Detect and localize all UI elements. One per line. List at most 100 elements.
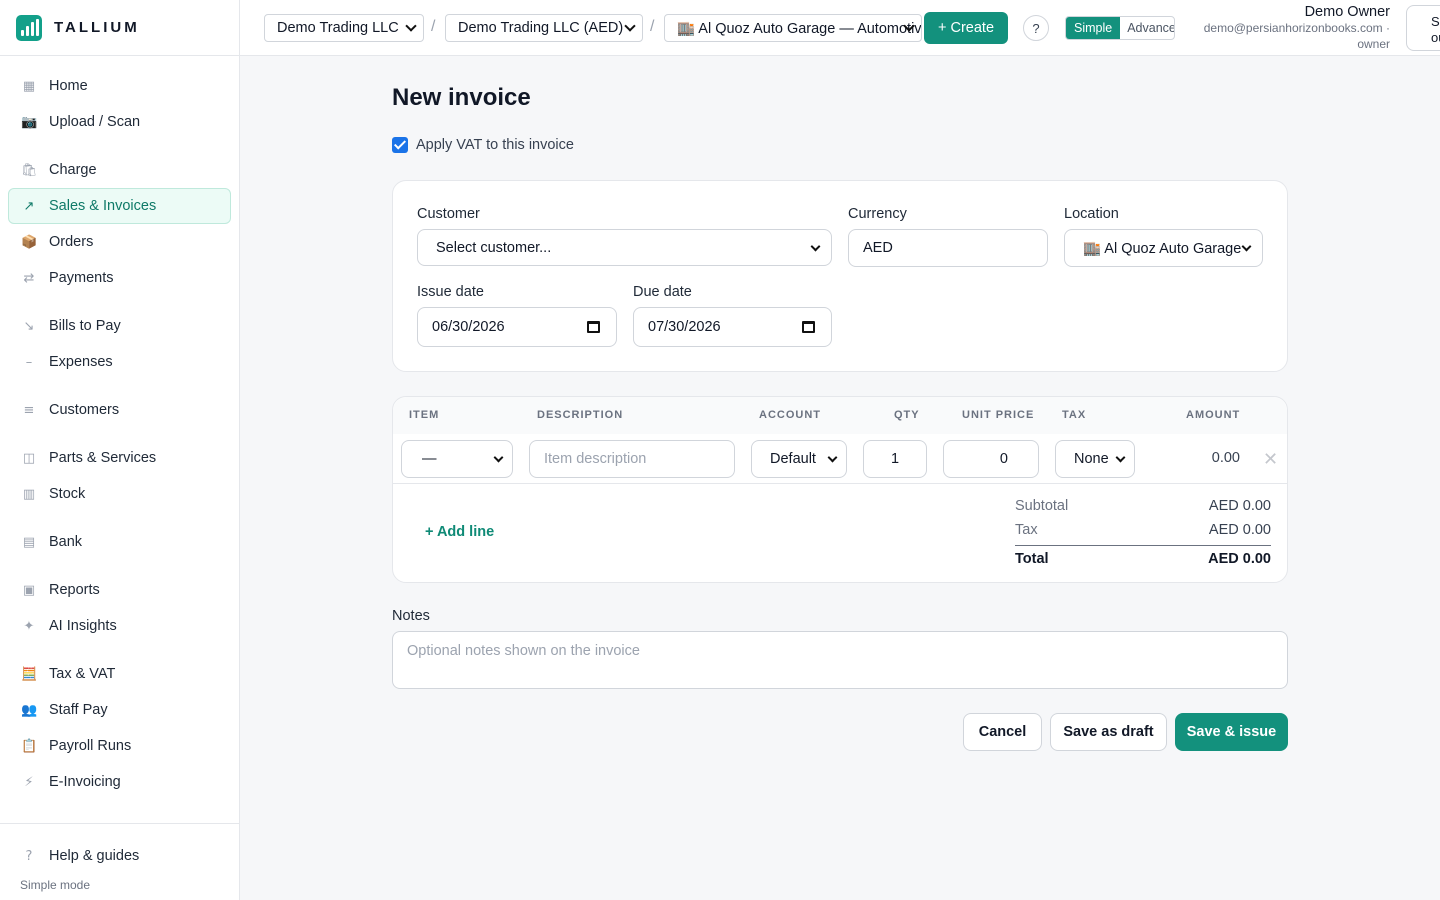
calendar-icon[interactable] — [802, 321, 815, 333]
column-header-amount: AMOUNT — [1186, 409, 1241, 421]
item-select-value: — — [422, 451, 437, 467]
chevron-down-icon — [1241, 241, 1252, 252]
sidebar-item-e-invoicing[interactable]: ⚡ E-Invoicing — [8, 764, 231, 800]
notes-label: Notes — [392, 608, 430, 624]
sidebar-item-payments[interactable]: ⇄ Payments — [8, 260, 231, 296]
chevron-down-icon — [1115, 452, 1126, 463]
total-label: Total — [1015, 551, 1049, 567]
chevron-down-icon — [827, 452, 838, 463]
user-name: Demo Owner — [1304, 4, 1390, 20]
subtotal-value: AED 0.00 — [1208, 498, 1271, 514]
sidebar-item-sales-invoices[interactable]: ↗ Sales & Invoices — [8, 188, 231, 224]
column-header-item: ITEM — [409, 409, 440, 421]
sidebar-item-label: Stock — [49, 486, 86, 502]
camera-icon: 📷 — [21, 114, 38, 130]
notes-textarea[interactable]: Optional notes shown on the invoice — [392, 631, 1288, 689]
column-header-unit-price: UNIT PRICE — [962, 409, 1035, 421]
sidebar-item-staff-pay[interactable]: 👥 Staff Pay — [8, 692, 231, 728]
ledger-select[interactable]: Demo Trading LLC (AED) — [445, 14, 643, 42]
mode-advanced-button[interactable]: Advanced — [1120, 17, 1174, 39]
remove-line-icon[interactable]: ✕ — [1263, 449, 1278, 470]
tax-select-value: None — [1074, 451, 1109, 467]
sidebar-item-customers[interactable]: ≡ Customers — [8, 392, 231, 428]
stock-icon: ▥ — [22, 486, 36, 502]
subtotal-label: Subtotal — [1015, 498, 1069, 514]
sidebar-item-payroll-runs[interactable]: 📋 Payroll Runs — [8, 728, 231, 764]
brand[interactable]: TALLIUM — [0, 0, 239, 56]
unit-price-input[interactable]: 0 — [943, 440, 1039, 478]
totals-divider — [1015, 545, 1271, 546]
mode-simple-button[interactable]: Simple — [1066, 17, 1121, 39]
arrow-down-right-icon: ↘ — [23, 318, 35, 334]
item-select[interactable]: — — [401, 440, 513, 478]
due-date-input[interactable]: 07/30/2026 — [633, 307, 832, 347]
issue-date-input[interactable]: 06/30/2026 — [417, 307, 617, 347]
customer-select[interactable]: Select customer... — [417, 229, 832, 266]
cancel-button[interactable]: Cancel — [963, 713, 1042, 751]
sidebar-item-bills-to-pay[interactable]: ↘ Bills to Pay — [8, 308, 231, 344]
lines-table-header — [393, 397, 1287, 434]
column-header-description: DESCRIPTION — [537, 409, 624, 421]
issue-date-value: 06/30/2026 — [432, 319, 505, 335]
user-role: owner — [1357, 37, 1390, 51]
arrow-up-right-icon: ↗ — [23, 198, 35, 214]
due-date-label: Due date — [633, 284, 692, 300]
add-line-button[interactable]: + Add line — [425, 524, 494, 540]
sidebar-item-label: Customers — [49, 402, 120, 418]
sign-out-button[interactable]: Sign out — [1406, 5, 1440, 51]
mode-note: Simple mode — [20, 878, 91, 892]
description-placeholder: Item description — [544, 451, 647, 467]
tax-select[interactable]: None — [1055, 440, 1135, 478]
breadcrumb-separator: / — [431, 18, 436, 35]
tax-total-label: Tax — [1015, 522, 1038, 538]
currency-value: AED — [863, 240, 893, 256]
sidebar-item-reports[interactable]: ▣ Reports — [8, 572, 231, 608]
sidebar-item-orders[interactable]: 📦 Orders — [8, 224, 231, 260]
apply-vat-checkbox-row[interactable]: Apply VAT to this invoice — [392, 137, 574, 153]
account-select[interactable]: Default — [751, 440, 847, 478]
column-header-account: ACCOUNT — [759, 409, 821, 421]
location-field-value: 🏬 Al Quoz Auto Garage — [1083, 240, 1242, 257]
sidebar-item-home[interactable]: ▦ Home — [8, 68, 231, 104]
brand-name: TALLIUM — [54, 19, 140, 36]
create-button[interactable]: + Create — [924, 12, 1008, 44]
help-icon[interactable]: ? — [1023, 15, 1049, 41]
location-select[interactable]: 🏬 Al Quoz Auto Garage — Automotive — [664, 14, 922, 42]
help-guides-link[interactable]: ? Help & guides — [8, 838, 231, 874]
sidebar-item-bank[interactable]: ▤ Bank — [8, 524, 231, 560]
sidebar-item-label: Staff Pay — [49, 702, 108, 718]
column-header-qty: QTY — [894, 409, 920, 421]
sidebar-item-ai-insights[interactable]: ✦ AI Insights — [8, 608, 231, 644]
list-icon: ≡ — [23, 402, 35, 418]
sidebar-item-stock[interactable]: ▥ Stock — [8, 476, 231, 512]
company-select[interactable]: Demo Trading LLC — [264, 14, 424, 42]
save-draft-button[interactable]: Save as draft — [1050, 713, 1167, 751]
sidebar-item-parts-services[interactable]: ◫ Parts & Services — [8, 440, 231, 476]
sidebar-item-expenses[interactable]: – Expenses — [8, 344, 231, 380]
total-value: AED 0.00 — [1208, 551, 1271, 567]
apply-vat-checkbox[interactable] — [392, 137, 408, 153]
customer-label: Customer — [417, 206, 480, 222]
qty-input[interactable]: 1 — [863, 440, 927, 478]
save-issue-button[interactable]: Save & issue — [1175, 713, 1288, 751]
notes-placeholder: Optional notes shown on the invoice — [407, 643, 640, 659]
sidebar-item-label: Bills to Pay — [49, 318, 121, 334]
mode-toggle[interactable]: Simple Advanced — [1065, 16, 1175, 40]
calendar-icon[interactable] — [587, 321, 600, 333]
sidebar-item-label: Orders — [49, 234, 94, 250]
sidebar-item-tax-vat[interactable]: 🧮 Tax & VAT — [8, 656, 231, 692]
sidebar-item-label: Tax & VAT — [49, 666, 116, 682]
description-input[interactable]: Item description — [529, 440, 735, 478]
sidebar-item-upload-scan[interactable]: 📷 Upload / Scan — [8, 104, 231, 140]
grid-icon: ▦ — [22, 78, 36, 94]
sidebar-item-charge[interactable]: 🛍 Charge — [8, 152, 231, 188]
sidebar-item-label: Payroll Runs — [49, 738, 132, 754]
transfer-arrows-icon: ⇄ — [23, 270, 35, 286]
column-header-tax: TAX — [1062, 409, 1087, 421]
currency-input[interactable]: AED — [848, 229, 1048, 267]
columns-icon: ◫ — [22, 450, 36, 466]
location-field-select[interactable]: 🏬 Al Quoz Auto Garage — [1064, 229, 1263, 267]
chevron-down-icon — [405, 20, 417, 32]
ledger-select-value: Demo Trading LLC (AED) — [458, 20, 624, 36]
package-icon: 📦 — [21, 234, 38, 250]
